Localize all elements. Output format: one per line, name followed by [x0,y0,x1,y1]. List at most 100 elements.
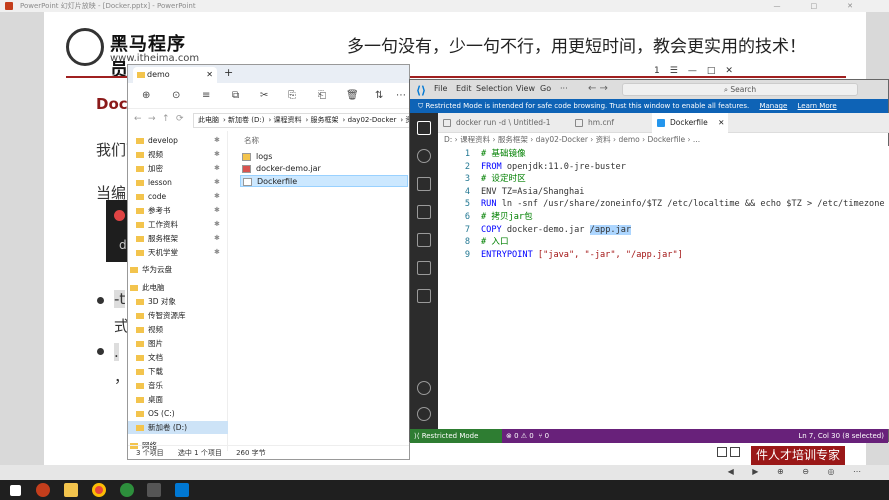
close-button[interactable]: ✕ [847,2,883,10]
code-line[interactable]: 7 COPY docker-demo.jar /app.jar [438,224,889,237]
sidebar-item[interactable]: 视频 [128,323,228,336]
sidebar-item[interactable]: code ✱ [128,190,228,203]
delete-icon[interactable]: 🗑 [346,90,359,101]
share-icon[interactable]: ⇅ [375,90,383,101]
explorer-tab[interactable]: demo ✕ [133,67,217,83]
breadcrumb-item[interactable]: day02-Docker [348,116,397,124]
view-icon[interactable]: ≡ [202,90,210,101]
list-item[interactable]: logs [240,151,408,163]
explorer-icon[interactable] [417,121,431,135]
back-icon[interactable]: ← [134,114,142,124]
maximize-button[interactable]: □ [811,2,848,10]
paste-icon[interactable]: ⎘ [288,90,296,101]
refresh-icon[interactable]: ⟳ [176,114,184,124]
sidebar-item[interactable]: 华为云盘 [128,263,228,276]
powerpoint-taskbar-icon[interactable] [36,483,50,497]
slide-nav-icons[interactable] [717,447,747,461]
sidebar-item[interactable]: 此电脑 [128,281,228,294]
remote-explorer-icon[interactable] [417,233,431,247]
new-icon[interactable]: ⊕ [142,90,150,101]
code-line[interactable]: 6 # 拷贝jar包 [438,211,889,224]
sidebar-item[interactable]: 服务框架 ✱ [128,232,228,245]
forward-icon[interactable]: → [148,114,156,124]
breadcrumb-item[interactable]: 课程资料 [274,116,302,124]
code-line[interactable]: 4 ENV TZ=Asia/Shanghai [438,186,889,199]
tab-dockerfile[interactable]: Dockerfile ✕ [652,113,728,133]
code-editor[interactable]: 1 # 基础镜像 2 FROM openjdk:11.0-jre-buster 3 # 设… [438,146,889,429]
learn-more-link[interactable]: Learn More [798,102,837,110]
close-icon[interactable]: ✕ [718,118,724,127]
notes-icon[interactable] [717,447,727,457]
sidebar-item[interactable]: 工作资料 ✱ [128,218,228,231]
sidebar-item[interactable]: 加密 ✱ [128,162,228,175]
window-badge[interactable]: 1 [654,66,670,76]
terminal-taskbar-icon[interactable] [147,483,161,497]
restricted-mode-indicator[interactable]: ⟩⟨ Restricted Mode [410,429,502,443]
code-line[interactable]: 1 # 基础镜像 [438,148,889,161]
sidebar-item[interactable]: 视频 ✱ [128,148,228,161]
account-icon[interactable] [417,381,431,395]
problems-indicator[interactable]: ⊗ 0 ⚠ 0 ⑂ 0 [506,429,549,443]
rename-icon[interactable]: ⎗ [318,90,326,101]
menu-view[interactable]: View [516,84,535,93]
editor-breadcrumb[interactable]: D: › 课程资料 › 服务框架 › day02-Docker › 资料 › d… [444,134,700,145]
sidebar-item[interactable]: lesson ✱ [128,176,228,189]
sidebar-item[interactable]: 3D 对象 [128,295,228,308]
sidebar-item[interactable]: 桌面 [128,393,228,406]
command-center-search[interactable]: ⌕ Search [622,83,858,96]
sidebar-item[interactable]: 图片 [128,337,228,350]
vscode-window-controls[interactable]: 1☰—□✕ [654,66,743,76]
breadcrumb-item[interactable]: 新加卷 (D:) [228,116,264,124]
search-icon[interactable] [417,149,431,163]
sidebar-item[interactable]: 下载 [128,365,228,378]
up-icon[interactable]: ↑ [162,114,170,124]
gear-icon[interactable] [417,407,431,421]
sidebar-item[interactable]: 天机学堂 ✱ [128,246,228,259]
close-button[interactable]: ✕ [725,66,743,76]
copy-icon[interactable]: ⧉ [232,90,239,101]
layout-icon[interactable]: ☰ [670,66,688,76]
sidebar-item[interactable]: develop ✱ [128,134,228,147]
menu-selection[interactable]: Selection [476,84,513,93]
slideshow-controls[interactable]: ◀ ▶ ⊕ ⊖ ◎ ⋯ [728,467,869,476]
breadcrumb[interactable]: 此电脑 › 新加卷 (D:) › 课程资料 › 服务框架 › day02-Docker ›… [193,113,411,128]
minimize-button[interactable]: — [688,66,707,76]
extensions-icon[interactable] [417,261,431,275]
manage-link[interactable]: Manage [759,102,787,110]
nav-arrows-icon[interactable]: ← → [588,83,608,94]
cursor-position[interactable]: Ln 7, Col 30 (8 selected) [798,429,884,443]
menu-edit[interactable]: Edit [456,84,472,93]
tab-hm-cnf[interactable]: hm.cnf [570,113,650,133]
new-tab-button[interactable]: + [224,66,233,79]
menu-go[interactable]: Go [540,84,551,93]
sidebar-item[interactable]: OS (C:) [128,407,228,420]
sidebar-item[interactable]: 参考书 ✱ [128,204,228,217]
run-debug-icon[interactable] [417,205,431,219]
sidebar-item[interactable]: 传智资源库 [128,309,228,322]
code-line[interactable]: 8 # 入口 [438,236,889,249]
breadcrumb-item[interactable]: 服务框架 [311,116,339,124]
sidebar-item[interactable]: 新加卷 (D:) [128,421,228,434]
list-item[interactable]: Dockerfile [240,175,408,187]
code-line[interactable]: 5 RUN ln -snf /usr/share/zoneinfo/$TZ /et… [438,198,889,211]
docker-icon[interactable] [417,289,431,303]
chrome-taskbar-icon[interactable] [92,483,106,497]
source-control-icon[interactable] [417,177,431,191]
powerpoint-window-controls[interactable]: —□✕ [774,0,884,12]
file-explorer-taskbar-icon[interactable] [64,483,78,497]
maximize-button[interactable]: □ [707,66,726,76]
list-item[interactable]: docker-demo.jar [240,163,408,175]
more-icon[interactable]: ⋯ [396,90,406,101]
menu-file[interactable]: File [434,84,447,93]
breadcrumb-item[interactable]: 此电脑 [198,116,219,124]
cut-icon[interactable]: ✂ [260,90,268,101]
sort-icon[interactable]: ⊙ [172,90,180,101]
menu-more[interactable]: ··· [560,84,568,93]
sidebar-item[interactable]: 文档 [128,351,228,364]
vscode-taskbar-icon[interactable] [175,483,189,497]
code-line[interactable]: 9 ENTRYPOINT ["java", "-jar", "/app.jar"] [438,249,889,262]
windows-start-icon[interactable] [10,485,21,496]
tab-untitled[interactable]: docker run -d \ Untitled-1 [438,113,551,133]
code-line[interactable]: 2 FROM openjdk:11.0-jre-buster [438,161,889,174]
code-line[interactable]: 3 # 设定时区 [438,173,889,186]
